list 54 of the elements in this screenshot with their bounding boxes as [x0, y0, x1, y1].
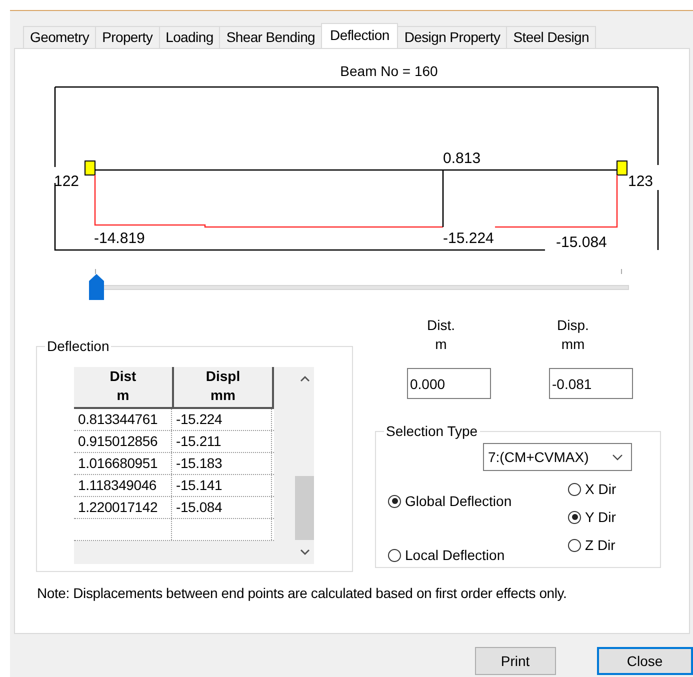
radio-button[interactable] — [568, 482, 581, 496]
radio-label[interactable]: Local Deflection — [405, 547, 505, 563]
note-text: Note: Displacements between end points are calculated based on first order effects only. — [37, 585, 568, 601]
radio-label[interactable]: Global Deflection — [405, 493, 512, 509]
radio-button[interactable] — [388, 548, 401, 562]
slider-thumb[interactable] — [89, 274, 104, 300]
table-cell: -15.141 — [172, 475, 272, 496]
table-cell: -15.183 — [172, 453, 272, 474]
group-title: Deflection — [46, 338, 110, 354]
table-cell: 0.915012856 — [74, 431, 172, 452]
tab[interactable]: Deflection — [321, 23, 398, 48]
scrollbar-thumb[interactable] — [295, 476, 314, 540]
scroll-down-icon[interactable] — [300, 549, 310, 556]
column-header: Dist m — [74, 367, 174, 407]
value-label: -14.819 — [94, 230, 145, 247]
tab[interactable]: Loading — [158, 26, 220, 48]
dialog-button[interactable]: Close — [596, 647, 693, 675]
tab[interactable]: Geometry — [23, 26, 96, 48]
radio-label[interactable]: X Dir — [585, 481, 616, 497]
radio-label[interactable]: Z Dir — [585, 537, 616, 553]
value-label: -15.224 — [443, 230, 494, 247]
radio-button[interactable] — [568, 510, 581, 524]
support-marker — [84, 160, 96, 176]
chevron-down-icon — [612, 454, 623, 460]
tab[interactable]: Shear Bending — [219, 26, 322, 48]
table-cell: 1.220017142 — [74, 497, 172, 518]
tab[interactable]: Steel Design — [506, 26, 596, 48]
position-label: 0.813 — [443, 150, 481, 167]
table-cell: -15.211 — [172, 431, 272, 452]
table-cell: 1.118349046 — [74, 475, 172, 496]
table-cell: 1.016680951 — [74, 453, 172, 474]
value-label: -15.084 — [556, 234, 607, 251]
input-field[interactable]: -0.081 — [549, 368, 633, 399]
column-header: Displ mm — [174, 367, 274, 407]
tab[interactable]: Property — [95, 26, 160, 48]
field-label: Disp. mm — [557, 316, 589, 354]
node-label: 123 — [628, 173, 654, 190]
table-cell: 0.813344761 — [74, 409, 172, 430]
radio-button[interactable] — [568, 538, 581, 552]
dialog-button[interactable]: Print — [475, 647, 556, 675]
beam-title: Beam No = 160 — [339, 62, 439, 81]
table-cell: -15.084 — [172, 497, 272, 518]
radio-button[interactable] — [388, 494, 401, 508]
node-label: 122 — [54, 173, 80, 190]
tab[interactable]: Design Property — [397, 26, 508, 48]
max-marker-line — [442, 170, 444, 227]
group-title: Selection Type — [385, 423, 479, 439]
table-cell: -15.224 — [172, 409, 272, 430]
field-label: Dist. m — [427, 316, 455, 354]
scroll-up-icon[interactable] — [300, 375, 310, 382]
support-marker — [616, 160, 628, 176]
dropdown[interactable]: 7:(CM+CVMAX) — [483, 443, 632, 471]
input-field[interactable]: 0.000 — [407, 368, 491, 399]
radio-label[interactable]: Y Dir — [585, 509, 616, 525]
